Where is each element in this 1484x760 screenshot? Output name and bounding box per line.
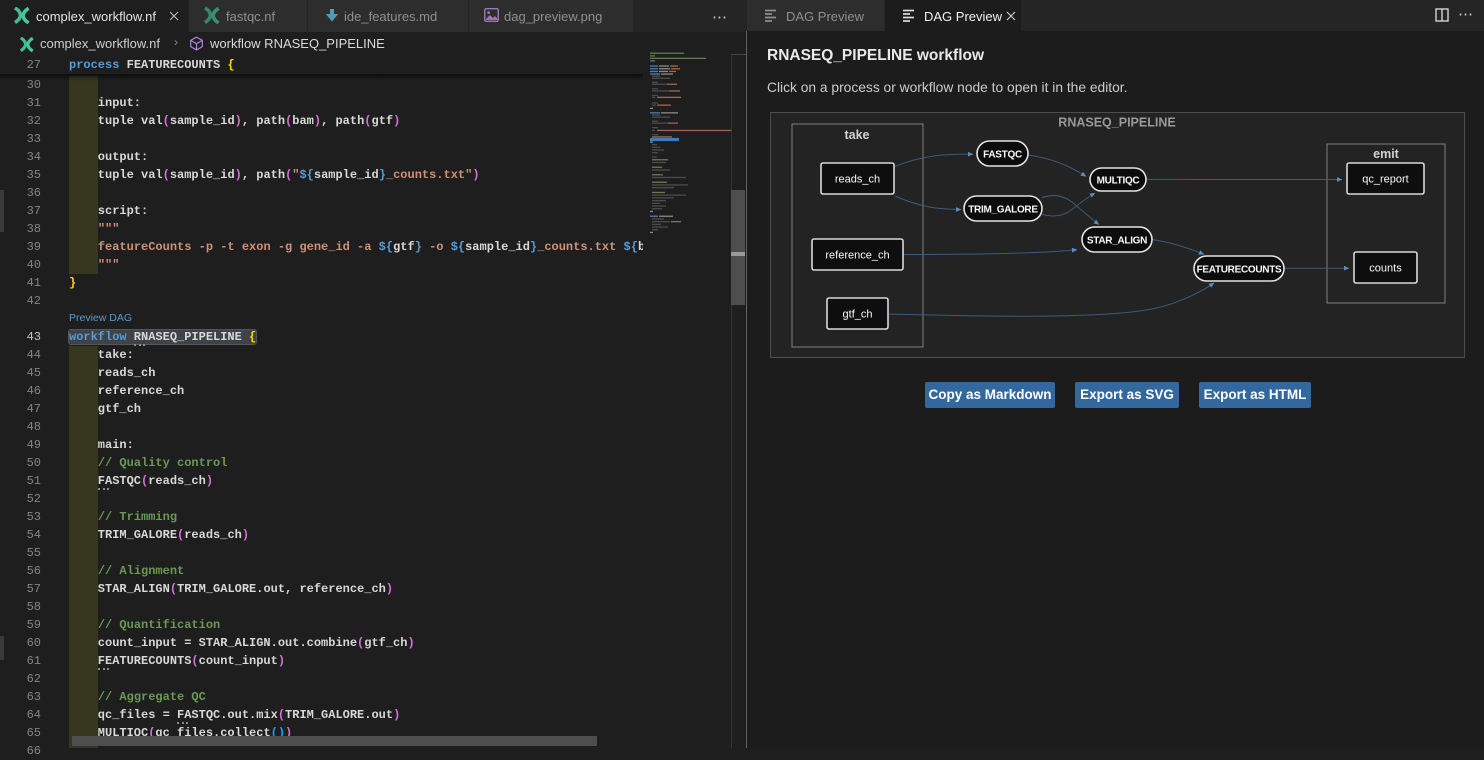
svg-text:qc_report: qc_report	[1362, 174, 1408, 186]
svg-text:TRIM_GALORE: TRIM_GALORE	[968, 205, 1038, 216]
svg-text:gtf_ch: gtf_ch	[843, 309, 873, 321]
svg-text:FASTQC: FASTQC	[983, 150, 1022, 161]
svg-text:STAR_ALIGN: STAR_ALIGN	[1087, 236, 1147, 247]
svg-text:FEATURECOUNTS: FEATURECOUNTS	[1197, 265, 1282, 276]
svg-text:counts: counts	[1369, 263, 1402, 275]
svg-text:take: take	[844, 128, 869, 142]
svg-text:emit: emit	[1373, 147, 1400, 161]
svg-text:RNASEQ_PIPELINE: RNASEQ_PIPELINE	[1058, 116, 1175, 130]
svg-text:reference_ch: reference_ch	[825, 250, 889, 262]
svg-text:reads_ch: reads_ch	[835, 174, 880, 186]
svg-text:MULTIQC: MULTIQC	[1097, 176, 1140, 187]
